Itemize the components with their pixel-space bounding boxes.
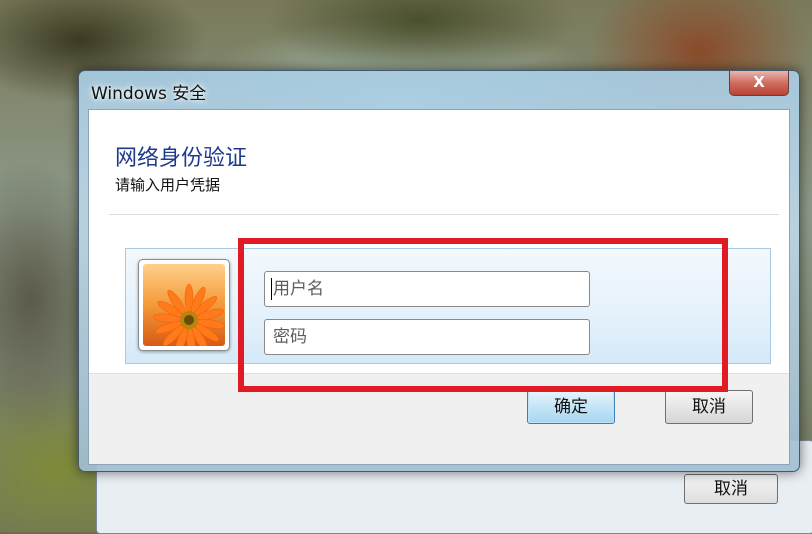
flower-avatar-icon [143, 264, 225, 346]
user-avatar [138, 259, 230, 351]
divider [109, 214, 779, 215]
dialog-title: Windows 安全 [91, 84, 207, 104]
dialog-heading: 网络身份验证 [115, 146, 248, 171]
close-button[interactable]: X [729, 71, 789, 96]
close-icon: X [753, 73, 765, 91]
dialog-subheading: 请输入用户凭据 [115, 176, 221, 194]
annotation-highlight-box [238, 238, 728, 392]
cancel-button[interactable]: 取消 [665, 390, 753, 424]
background-cancel-button[interactable]: 取消 [684, 474, 778, 504]
ok-button[interactable]: 确定 [527, 390, 615, 424]
